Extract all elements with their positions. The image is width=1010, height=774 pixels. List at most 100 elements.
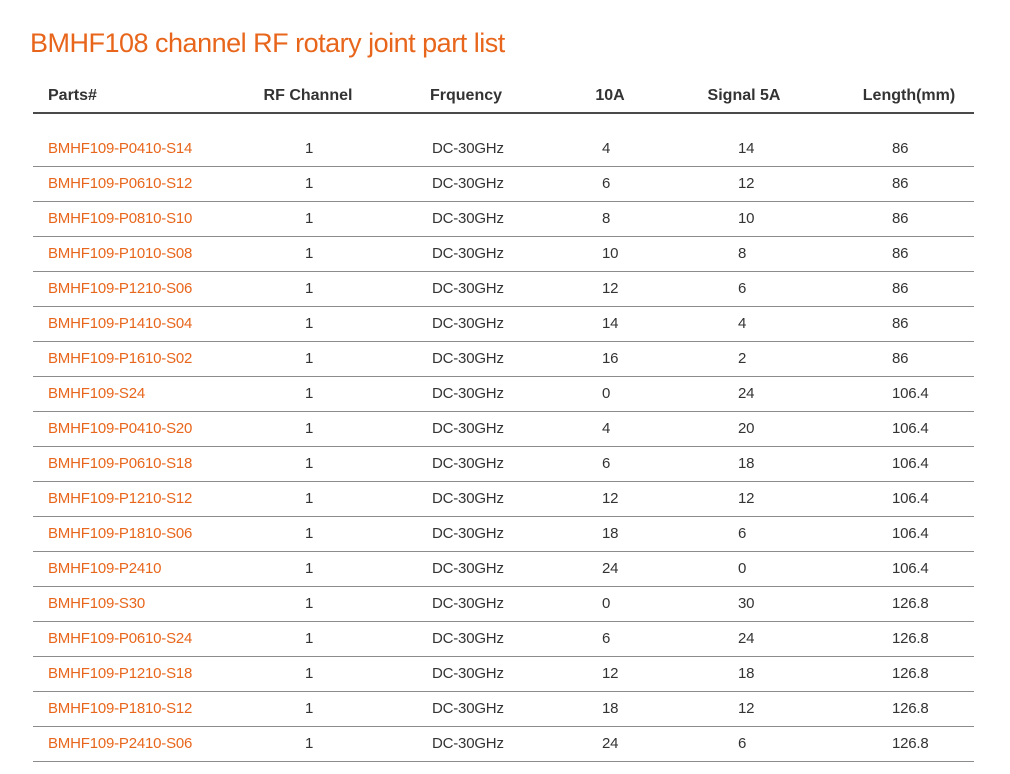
length-cell: 126.8 <box>892 630 929 647</box>
part-number-cell: BMHF109-P1410-S04 <box>48 315 193 332</box>
length-cell: 126.8 <box>892 665 929 682</box>
rf-channel-cell: 1 <box>305 350 314 367</box>
signal-5a-cell: 24 <box>738 385 755 402</box>
part-number-cell: BMHF109-P2410-S06 <box>48 735 193 752</box>
signal-5a-cell: 4 <box>738 315 747 332</box>
part-number-cell: BMHF109-P0610-S24 <box>48 630 193 647</box>
rf-channel-cell: 1 <box>305 315 314 332</box>
length-cell: 86 <box>892 350 909 367</box>
frequency-cell: DC-30GHz <box>432 735 504 752</box>
rf-channel-cell: 1 <box>305 630 314 647</box>
table-row: BMHF109-P1410-S04 1 DC-30GHz 14 4 86 <box>33 307 974 342</box>
current-10a-cell: 0 <box>602 385 611 402</box>
current-10a-cell: 6 <box>602 455 611 472</box>
signal-5a-cell: 14 <box>738 140 755 157</box>
part-number-cell: BMHF109-P0810-S10 <box>48 210 193 227</box>
frequency-cell: DC-30GHz <box>432 385 504 402</box>
table-row: BMHF109-P0410-S14 1 DC-30GHz 4 14 86 <box>33 132 974 167</box>
header-signal-5a: Signal 5A <box>707 87 781 104</box>
rf-channel-cell: 1 <box>305 385 314 402</box>
table-row: BMHF109-P0610-S12 1 DC-30GHz 6 12 86 <box>33 167 974 202</box>
current-10a-cell: 24 <box>602 735 619 752</box>
table-row: BMHF109-P1610-S02 1 DC-30GHz 16 2 86 <box>33 342 974 377</box>
frequency-cell: DC-30GHz <box>432 420 504 437</box>
frequency-cell: DC-30GHz <box>432 595 504 612</box>
signal-5a-cell: 20 <box>738 420 755 437</box>
length-cell: 86 <box>892 315 909 332</box>
part-number-cell: BMHF109-P1810-S06 <box>48 525 193 542</box>
table-row: BMHF109-P1810-S12 1 DC-30GHz 18 12 126.8 <box>33 692 974 727</box>
table-row: BMHF109-P0810-S10 1 DC-30GHz 8 10 86 <box>33 202 974 237</box>
signal-5a-cell: 8 <box>738 245 747 262</box>
part-number-cell: BMHF109-P0610-S12 <box>48 175 193 192</box>
table-row: BMHF109-P1210-S06 1 DC-30GHz 12 6 86 <box>33 272 974 307</box>
signal-5a-cell: 12 <box>738 700 755 717</box>
rf-channel-cell: 1 <box>305 665 314 682</box>
table-body: BMHF109-P0410-S14 1 DC-30GHz 4 14 86 BMHF109-P… <box>33 132 974 762</box>
rf-channel-cell: 1 <box>305 455 314 472</box>
length-cell: 106.4 <box>892 560 929 577</box>
rf-channel-cell: 1 <box>305 175 314 192</box>
length-cell: 126.8 <box>892 700 929 717</box>
length-cell: 126.8 <box>892 595 929 612</box>
header-10a: 10A <box>595 87 625 104</box>
frequency-cell: DC-30GHz <box>432 350 504 367</box>
rf-channel-cell: 1 <box>305 735 314 752</box>
length-cell: 106.4 <box>892 455 929 472</box>
header-rf-channel: RF Channel <box>263 87 353 104</box>
length-cell: 86 <box>892 140 909 157</box>
current-10a-cell: 12 <box>602 665 619 682</box>
part-number-cell: BMHF109-P0410-S14 <box>48 140 193 157</box>
part-number-cell: BMHF109-S30 <box>48 595 146 612</box>
signal-5a-cell: 0 <box>738 560 747 577</box>
current-10a-cell: 24 <box>602 560 619 577</box>
rf-channel-cell: 1 <box>305 490 314 507</box>
frequency-cell: DC-30GHz <box>432 175 504 192</box>
current-10a-cell: 6 <box>602 630 611 647</box>
table-row: BMHF109-P1810-S06 1 DC-30GHz 18 6 106.4 <box>33 517 974 552</box>
signal-5a-cell: 6 <box>738 735 747 752</box>
part-number-cell: BMHF109-P0610-S18 <box>48 455 193 472</box>
table-header: Parts# RF Channel Frquency 10A Signal 5A… <box>33 80 974 114</box>
signal-5a-cell: 18 <box>738 455 755 472</box>
current-10a-cell: 0 <box>602 595 611 612</box>
part-number-cell: BMHF109-S24 <box>48 385 146 402</box>
frequency-cell: DC-30GHz <box>432 140 504 157</box>
rf-channel-cell: 1 <box>305 420 314 437</box>
rf-channel-cell: 1 <box>305 560 314 577</box>
frequency-cell: DC-30GHz <box>432 525 504 542</box>
header-frequency: Frquency <box>429 87 503 104</box>
current-10a-cell: 18 <box>602 700 619 717</box>
frequency-cell: DC-30GHz <box>432 455 504 472</box>
current-10a-cell: 18 <box>602 525 619 542</box>
current-10a-cell: 10 <box>602 245 619 262</box>
rf-channel-cell: 1 <box>305 140 314 157</box>
frequency-cell: DC-30GHz <box>432 700 504 717</box>
table-row: BMHF109-P2410-S06 1 DC-30GHz 24 6 126.8 <box>33 727 974 762</box>
table-row: BMHF109-P1010-S08 1 DC-30GHz 10 8 86 <box>33 237 974 272</box>
frequency-cell: DC-30GHz <box>432 665 504 682</box>
length-cell: 106.4 <box>892 525 929 542</box>
frequency-cell: DC-30GHz <box>432 280 504 297</box>
rf-channel-cell: 1 <box>305 595 314 612</box>
current-10a-cell: 6 <box>602 175 611 192</box>
current-10a-cell: 12 <box>602 490 619 507</box>
rf-channel-cell: 1 <box>305 245 314 262</box>
frequency-cell: DC-30GHz <box>432 210 504 227</box>
table-row: BMHF109-S24 1 DC-30GHz 0 24 106.4 <box>33 377 974 412</box>
current-10a-cell: 14 <box>602 315 619 332</box>
rf-channel-cell: 1 <box>305 210 314 227</box>
rf-channel-cell: 1 <box>305 280 314 297</box>
table-row: BMHF109-S30 1 DC-30GHz 0 30 126.8 <box>33 587 974 622</box>
signal-5a-cell: 2 <box>738 350 747 367</box>
table-row: BMHF109-P0410-S20 1 DC-30GHz 4 20 106.4 <box>33 412 974 447</box>
length-cell: 106.4 <box>892 420 929 437</box>
signal-5a-cell: 24 <box>738 630 755 647</box>
length-cell: 86 <box>892 280 909 297</box>
signal-5a-cell: 18 <box>738 665 755 682</box>
length-cell: 86 <box>892 210 909 227</box>
length-cell: 86 <box>892 245 909 262</box>
frequency-cell: DC-30GHz <box>432 630 504 647</box>
table-row: BMHF109-P0610-S24 1 DC-30GHz 6 24 126.8 <box>33 622 974 657</box>
table-row: BMHF109-P1210-S18 1 DC-30GHz 12 18 126.8 <box>33 657 974 692</box>
